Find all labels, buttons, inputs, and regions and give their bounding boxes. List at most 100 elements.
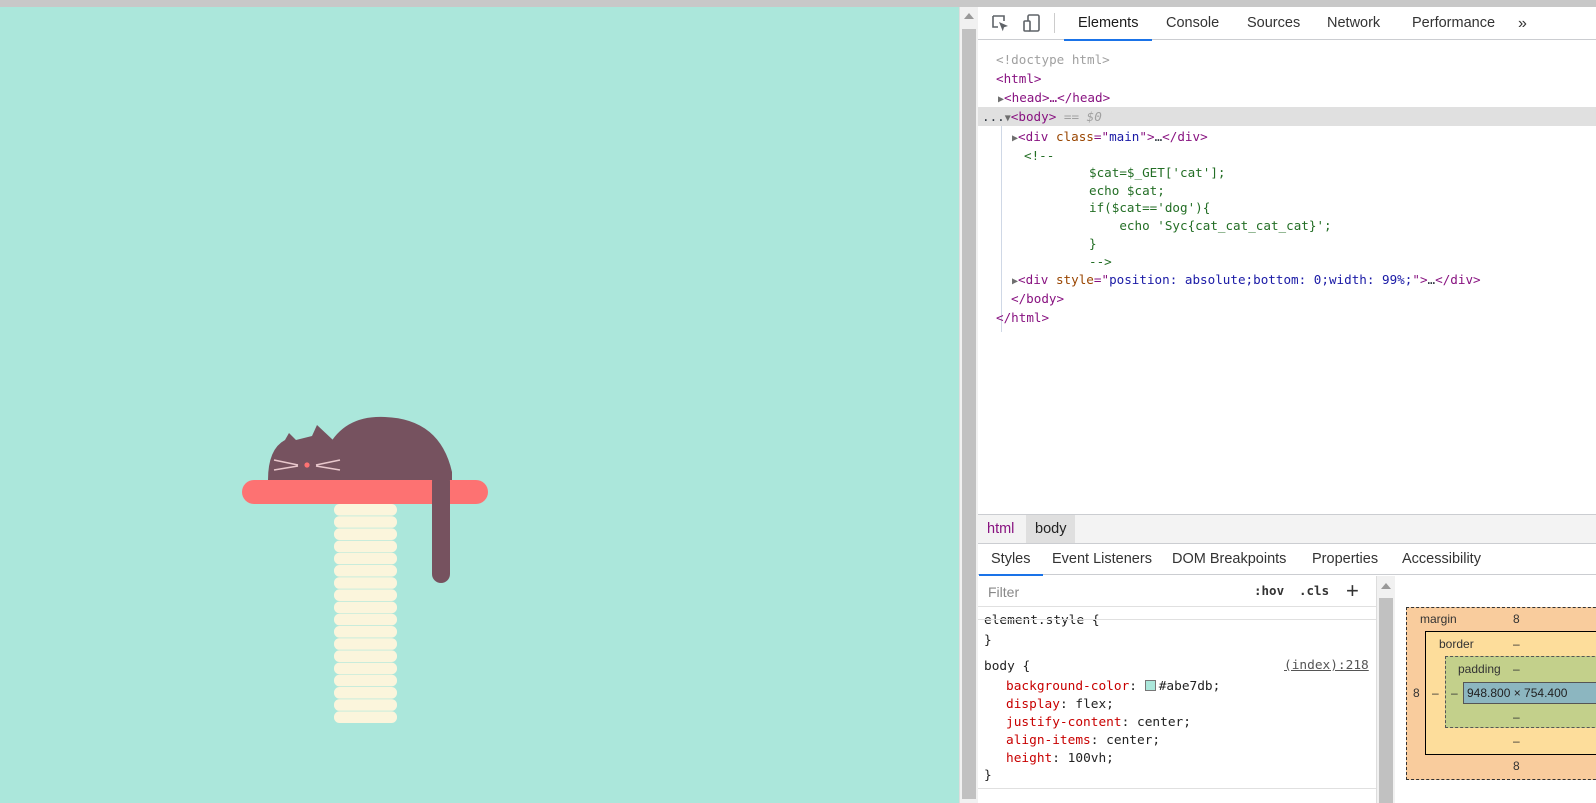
inspect-element-icon[interactable]	[990, 13, 1010, 33]
style-property[interactable]: height: 100vh;	[984, 750, 1114, 768]
tab-event-listeners[interactable]: Event Listeners	[1052, 544, 1152, 575]
style-property[interactable]: display: flex;	[984, 696, 1114, 714]
body-rule-selector[interactable]: body {	[984, 658, 1030, 676]
cat-body	[328, 416, 452, 480]
content-size[interactable]: 948.800 × 754.400	[1467, 686, 1567, 700]
padding-left-value[interactable]: –	[1451, 686, 1458, 700]
dom-line-comment: -->	[978, 252, 1596, 271]
comment-close: -->	[1089, 254, 1112, 269]
doctype-text: <!doctype html>	[996, 52, 1110, 67]
element-style-close: }	[984, 633, 992, 648]
tab-sources[interactable]: Sources	[1247, 7, 1300, 40]
comment-line: if($cat=='dog'){	[1089, 200, 1211, 215]
post-ring	[334, 528, 397, 540]
element-style-selector[interactable]: element.style {	[984, 612, 1100, 630]
styles-subtabs: Styles Event Listeners DOM Breakpoints P…	[978, 543, 1596, 576]
padding-label: padding	[1458, 662, 1501, 676]
margin-left-value[interactable]: 8	[1413, 686, 1420, 700]
div2-attr: style	[1055, 272, 1094, 287]
dom-line-div-style[interactable]: ▶<div style="position: absolute;bottom: …	[978, 270, 1596, 289]
tab-elements[interactable]: Elements	[1063, 7, 1154, 41]
scrollbar-thumb[interactable]	[962, 29, 976, 799]
tab-accessibility[interactable]: Accessibility	[1402, 544, 1481, 575]
breadcrumb-html[interactable]: html	[978, 515, 1023, 543]
scroll-up-arrow-icon[interactable]	[1381, 583, 1391, 589]
post-ring	[334, 589, 397, 601]
tab-console[interactable]: Console	[1166, 7, 1219, 40]
dom-line-head[interactable]: ▶<head>…</head>	[978, 88, 1596, 107]
ellipsis-menu-icon[interactable]: ...	[982, 109, 1005, 124]
dom-line-doctype[interactable]: <!doctype html>	[978, 50, 1596, 69]
tab-properties[interactable]: Properties	[1312, 544, 1378, 575]
post-ring	[334, 638, 397, 650]
property-value: flex;	[1075, 697, 1114, 712]
property-name: background-color	[1006, 679, 1130, 694]
property-name: justify-content	[1006, 715, 1122, 730]
new-style-rule-button[interactable]: +	[1346, 578, 1359, 604]
div2-tag: div	[1025, 272, 1049, 287]
border-left-value[interactable]: –	[1432, 686, 1439, 700]
dom-line-body-close[interactable]: </body>	[978, 289, 1596, 308]
styles-pane: :hov .cls + element.style { } body { (in…	[978, 576, 1376, 803]
dom-line-comment: echo 'Syc{cat_cat_cat_cat}';	[978, 216, 1596, 235]
post-ring	[334, 687, 397, 699]
dom-line-div-main[interactable]: ▶<div class="main">…</div>	[978, 127, 1596, 146]
property-value: center;	[1106, 733, 1161, 748]
tab-network[interactable]: Network	[1327, 7, 1380, 40]
styles-filter-input[interactable]	[982, 580, 1244, 604]
dom-line-body[interactable]: ...▼<body> == $0	[978, 107, 1596, 126]
styles-scrollbar[interactable]	[1376, 576, 1395, 803]
property-name: align-items	[1006, 733, 1091, 748]
cat-nose	[304, 462, 310, 468]
cat-tail	[432, 472, 450, 583]
post-ring	[334, 552, 397, 565]
class-toggle-button[interactable]: .cls	[1299, 583, 1329, 598]
dom-line-comment: $cat=$_GET['cat'];	[978, 163, 1596, 182]
devtools-panel: Elements Console Sources Network Perform…	[978, 7, 1596, 803]
tab-styles[interactable]: Styles	[979, 544, 1042, 576]
more-tabs-icon[interactable]: »	[1518, 7, 1527, 40]
tab-dom-breakpoints[interactable]: DOM Breakpoints	[1172, 544, 1286, 575]
breadcrumb-body[interactable]: body	[1026, 515, 1076, 543]
browser-window: Elements Console Sources Network Perform…	[0, 0, 1596, 803]
style-property[interactable]: align-items: center;	[984, 732, 1160, 750]
div-main-attr: class	[1055, 129, 1094, 144]
style-property[interactable]: background-color: #abe7db;	[984, 678, 1220, 696]
dom-line-html[interactable]: <html>	[978, 69, 1596, 88]
scrollbar-thumb[interactable]	[1379, 598, 1393, 803]
dom-line-html-close[interactable]: </html>	[978, 308, 1596, 327]
comment-line: $cat=$_GET['cat'];	[1089, 165, 1226, 180]
border-label: border	[1439, 637, 1474, 651]
comment-line: echo $cat;	[1089, 183, 1165, 198]
margin-bottom-value[interactable]: 8	[1513, 759, 1520, 773]
devtools-left-scrollbar[interactable]	[959, 7, 978, 803]
scroll-up-arrow-icon[interactable]	[964, 13, 974, 19]
border-bottom-value[interactable]: –	[1513, 734, 1520, 748]
padding-top-value[interactable]: –	[1513, 662, 1520, 676]
hover-state-button[interactable]: :hov	[1254, 583, 1284, 598]
rule-divider	[978, 619, 1376, 620]
color-swatch[interactable]	[1144, 680, 1156, 691]
padding-bottom-value[interactable]: –	[1513, 710, 1520, 724]
border-top-value[interactable]: –	[1513, 637, 1520, 651]
style-property[interactable]: justify-content: center;	[984, 714, 1191, 732]
div-main-value: main	[1109, 129, 1140, 144]
margin-top-value[interactable]: 8	[1513, 612, 1520, 626]
body-open-tag: <body>	[1010, 109, 1057, 124]
style-source-link[interactable]: (index):218	[1284, 658, 1369, 673]
styles-filter-bar: :hov .cls +	[978, 576, 1376, 607]
toolbar-separator	[1054, 13, 1055, 33]
post-ring	[334, 662, 397, 675]
property-value: center;	[1137, 715, 1191, 730]
page-viewport	[0, 7, 959, 803]
post-ring	[334, 650, 397, 662]
tab-performance[interactable]: Performance	[1412, 7, 1495, 40]
device-toolbar-icon[interactable]	[1022, 13, 1042, 33]
shelf	[242, 480, 488, 504]
box-model-diagram: margin 8 8 8 border – – – padding – – – …	[1395, 576, 1596, 803]
post-ring	[334, 613, 397, 626]
comment-line: }	[1089, 236, 1097, 251]
margin-label: margin	[1420, 612, 1457, 626]
dom-line-comment: }	[978, 234, 1596, 253]
comment-open: <!--	[1024, 148, 1055, 163]
